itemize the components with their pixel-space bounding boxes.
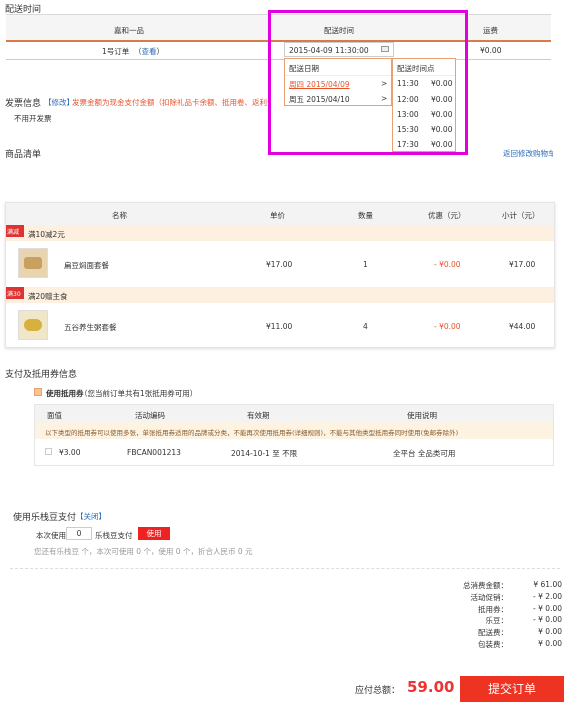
- beans-use-label: 本次使用: [36, 531, 66, 540]
- invoice-title: 发票信息: [5, 99, 42, 109]
- total-amount: 59.00: [407, 678, 455, 696]
- invoice-note: 发票金额为现金支付金额（扣除礼品卡余额、抵用卷、返利金额等）: [72, 98, 268, 107]
- product-row: 五谷养生粥套餐 ¥11.00 4 - ¥0.00 ¥44.00: [6, 303, 554, 347]
- use-coupon-note: （您当前订单共有1张抵用券可用）: [80, 389, 198, 398]
- view-order-link[interactable]: 查看: [142, 47, 157, 56]
- promo-row: 满30 满20赠主食: [6, 287, 554, 303]
- promo-badge: 满30: [6, 287, 24, 299]
- coupon-table: 面值 活动编码 有效期 使用说明 以下类型的抵用券可以使用多张，单张抵用券适用的…: [34, 404, 554, 466]
- product-name[interactable]: 五谷养生粥套餐: [64, 322, 117, 333]
- coupon-table-header: 面值 活动编码 有效期 使用说明: [35, 405, 553, 422]
- back-to-cart-link[interactable]: 返回修改购物车: [503, 148, 553, 159]
- promo-row: 满减 满10减2元: [6, 225, 554, 241]
- col-fee: 运费: [483, 26, 498, 35]
- summary-row: 总消费金额： ¥ 61.00: [463, 580, 562, 590]
- highlight-box: [268, 10, 468, 155]
- coupon-title: 支付及抵用券信息: [5, 370, 78, 380]
- use-coupon-checkbox[interactable]: [34, 388, 42, 396]
- products-title: 商品清单: [5, 150, 42, 160]
- divider: [10, 568, 560, 569]
- summary: 总消费金额： ¥ 61.00 活动促销： - ¥ 2.00 抵用券： - ¥ 0.00…: [440, 580, 562, 651]
- product-image: [18, 310, 48, 340]
- product-name[interactable]: 扁豆焖面套餐: [64, 260, 109, 271]
- summary-row: 配送费： ¥ 0.00: [478, 627, 562, 638]
- total-label: 应付总额：: [355, 686, 401, 696]
- beans-title: 使用乐栈豆支付: [13, 513, 77, 523]
- product-table: 名称 单价 数量 优惠（元） 小计（元） 满减 满10减2元 扁豆焖面套餐 ¥1…: [5, 202, 555, 348]
- use-beans-button[interactable]: 使用: [138, 527, 170, 540]
- summary-row: 抵用券： - ¥ 0.00: [478, 603, 562, 614]
- beans-close-link[interactable]: 【关闭】: [76, 511, 106, 522]
- coupon-checkbox[interactable]: [45, 448, 52, 455]
- product-table-header: 名称 单价 数量 优惠（元） 小计（元）: [6, 203, 554, 225]
- promo-label: 满10减2元: [28, 230, 65, 239]
- beans-unit: 乐栈豆支付: [95, 531, 133, 540]
- use-coupon-label: 使用抵用券: [46, 389, 84, 398]
- product-row: 扁豆焖面套餐 ¥17.00 1 - ¥0.00 ¥17.00: [6, 241, 554, 287]
- summary-row: 活动促销： - ¥ 2.00: [470, 591, 563, 602]
- invoice-modify-link[interactable]: 【修改】: [44, 97, 74, 108]
- beans-input[interactable]: 0: [66, 527, 92, 540]
- beans-info: 您还有乐栈豆 个，本次可使用 0 个，使用 0 个，折合人民币 0 元: [34, 547, 253, 556]
- product-image: [18, 248, 48, 278]
- promo-badge: 满减: [6, 225, 24, 237]
- fee-value: ¥0.00: [480, 46, 502, 55]
- summary-row: 包装费： ¥ 0.00: [478, 638, 562, 649]
- summary-row: 乐豆： - ¥ 0.00: [485, 615, 563, 626]
- invoice-value: 不用开发票: [14, 114, 52, 123]
- submit-order-button[interactable]: 提交订单: [460, 676, 564, 702]
- col-store: 嘉和一品: [114, 26, 144, 35]
- order-label: 1号订单: [102, 47, 130, 56]
- coupon-row: ¥3.00 FBCAN001213 2014-10-1 至 不限 全平台 全品类…: [35, 439, 553, 465]
- promo-label: 满20赠主食: [28, 292, 68, 301]
- coupon-notice: 以下类型的抵用券可以使用多张，单张抵用券适用的品牌或分类，不能再次使用抵用券(详…: [35, 422, 553, 439]
